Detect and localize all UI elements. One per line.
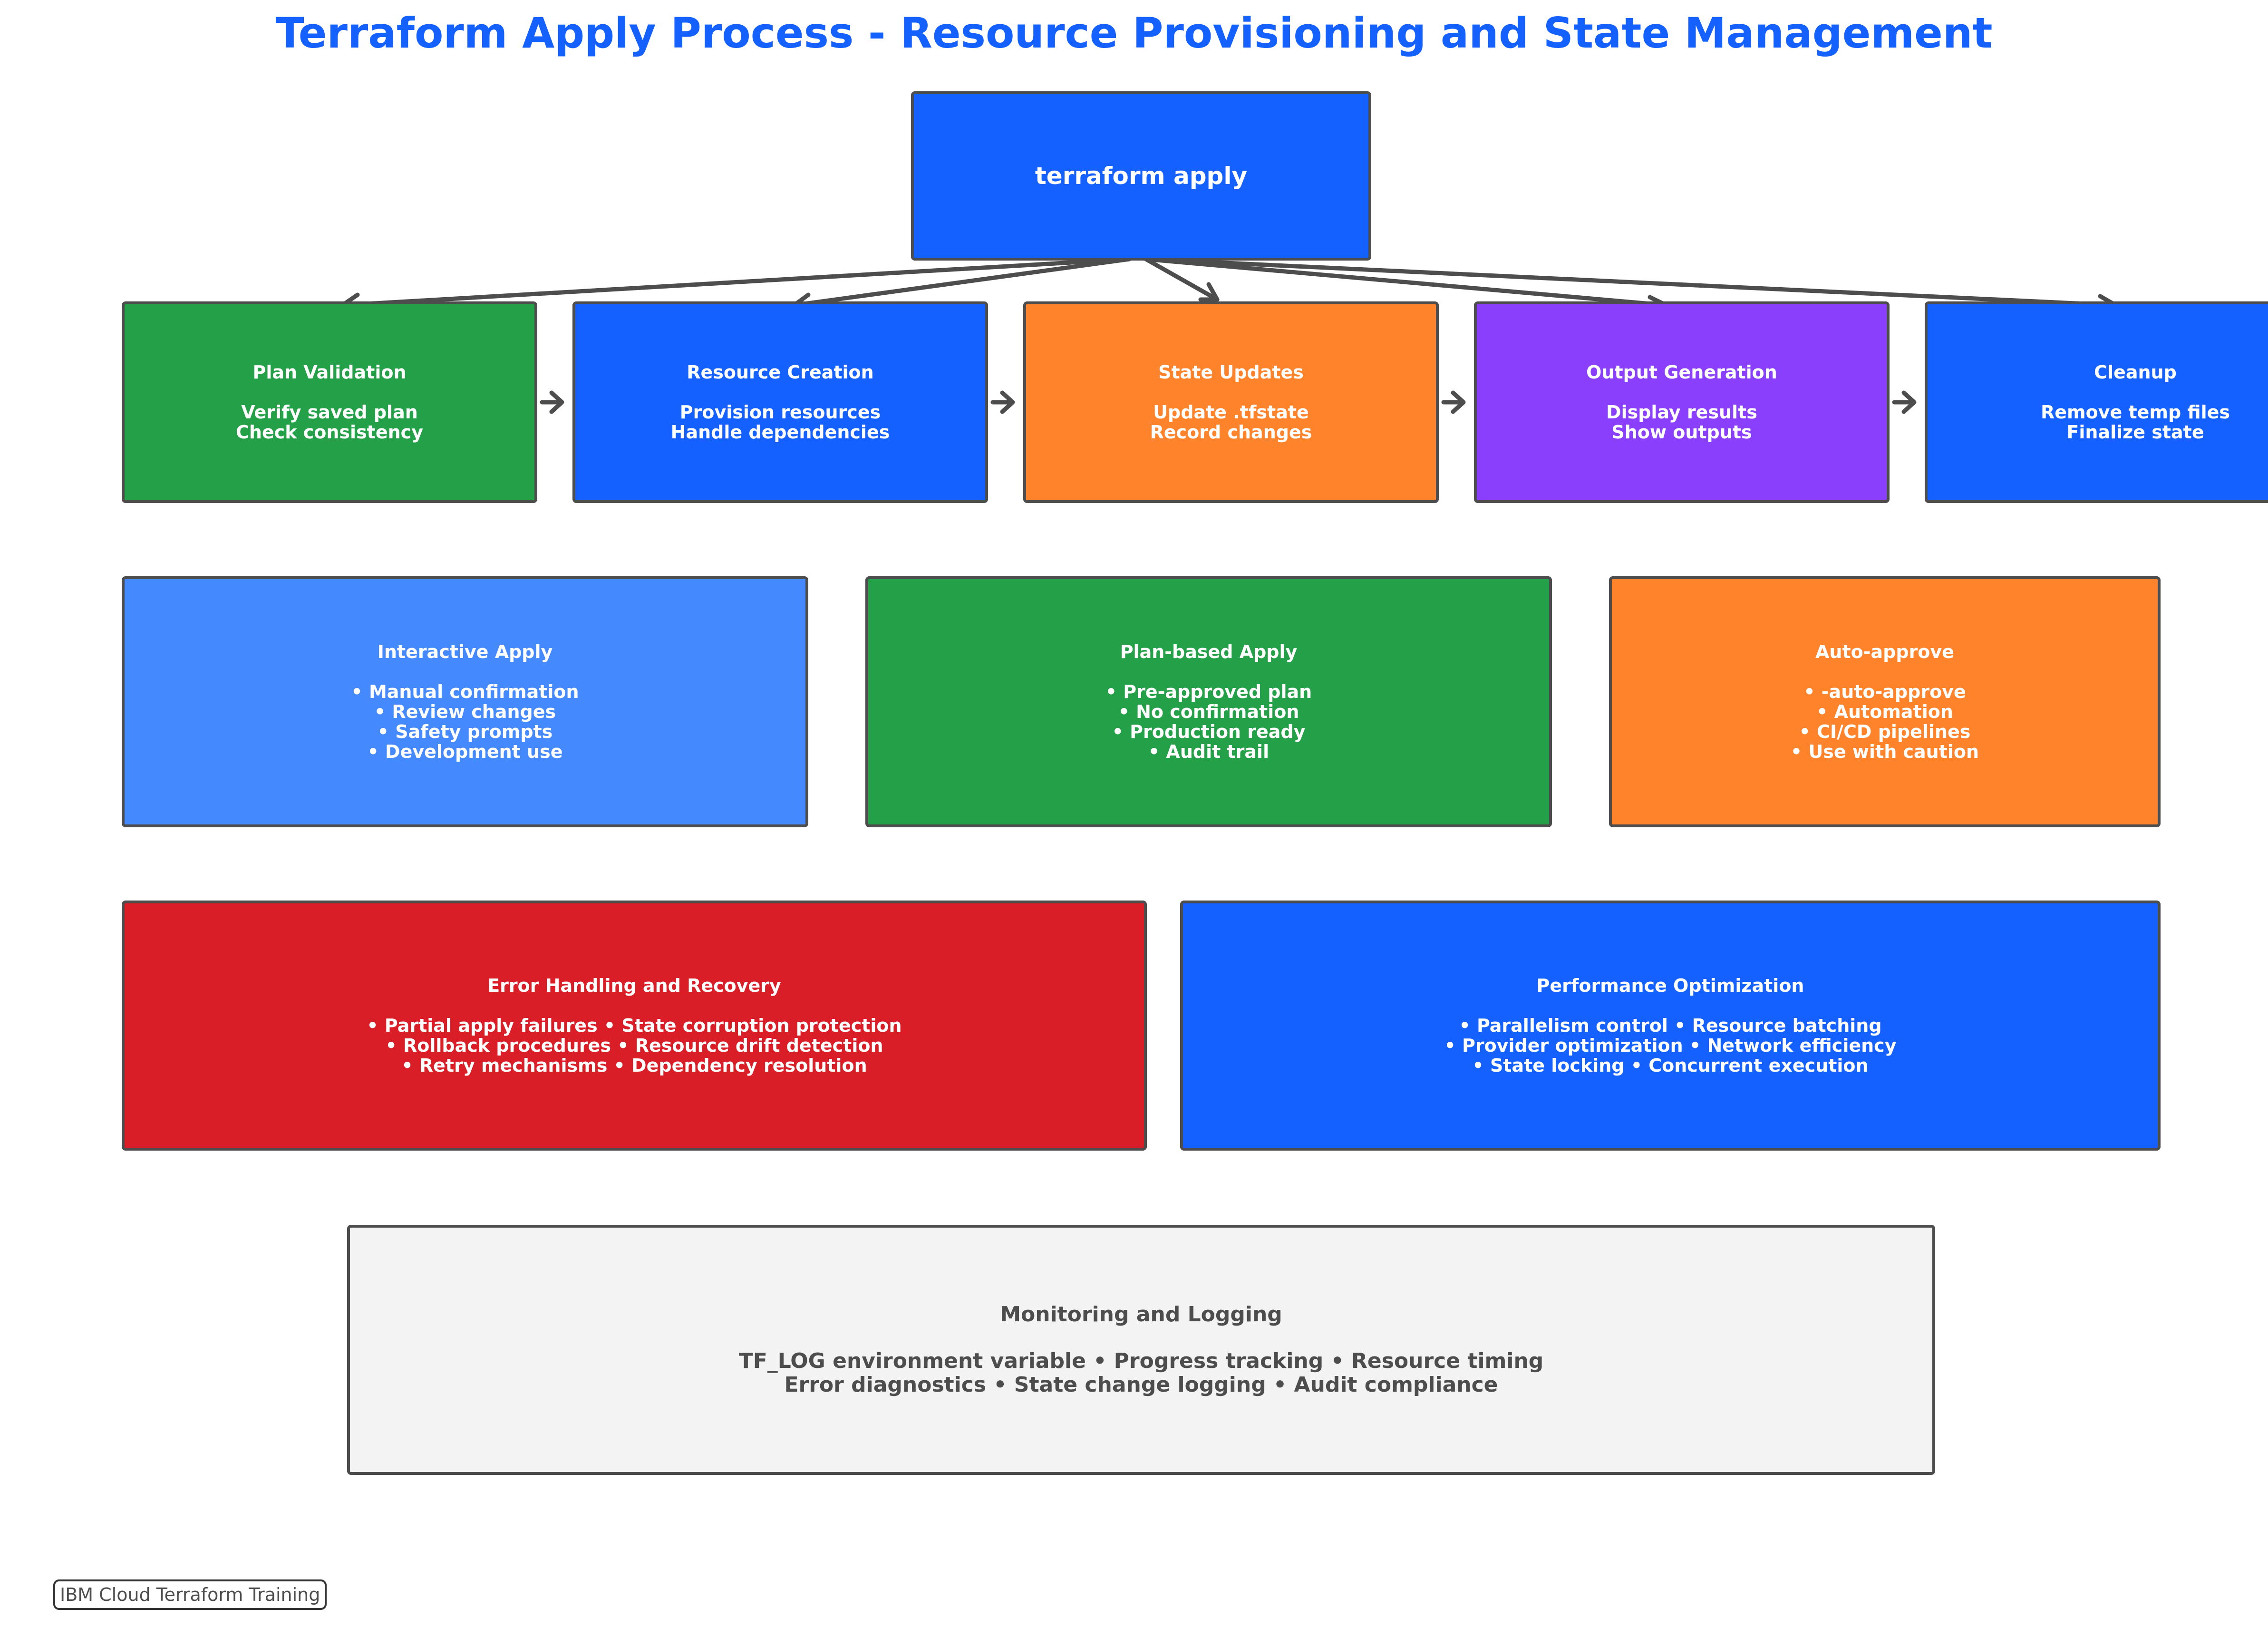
step-line: Verify saved plan (241, 402, 418, 423)
step-state-updates: State Updates Update .tfstate Record cha… (1023, 301, 1439, 503)
mode-line: • Production ready (1112, 721, 1306, 742)
step-title: Plan Validation (252, 362, 407, 383)
mode-title: Auto-approve (1815, 641, 1954, 662)
error-handling-box: Error Handling and Recovery • Partial ap… (122, 901, 1147, 1151)
step-line: Finalize state (2066, 422, 2204, 443)
step-line: Show outputs (1611, 422, 1752, 443)
mode-line: • -auto-approve (1803, 681, 1966, 702)
step-line: Update .tfstate (1153, 402, 1309, 423)
monitoring-title: Monitoring and Logging (1000, 1302, 1282, 1327)
concern-title: Error Handling and Recovery (487, 975, 781, 996)
terraform-apply-node: terraform apply (911, 91, 1371, 261)
mode-plan-based-apply: Plan-based Apply • Pre-approved plan • N… (865, 576, 1552, 827)
arrow-root-to-plan-validation (340, 257, 1132, 308)
monitoring-line: TF_LOG environment variable • Progress t… (738, 1349, 1544, 1373)
step-cleanup: Cleanup Remove temp files Finalize state (1925, 301, 2268, 503)
concern-line: • Parallelism control • Resource batchin… (1459, 1015, 1882, 1036)
step-resource-creation: Resource Creation Provision resources Ha… (572, 301, 988, 503)
concern-title: Performance Optimization (1536, 975, 1804, 996)
step-line: Record changes (1150, 422, 1312, 443)
concern-line: • Partial apply failures • State corrupt… (367, 1015, 902, 1036)
arrow-root-to-cleanup (1144, 257, 2118, 308)
concern-line: • Provider optimization • Network effici… (1444, 1035, 1897, 1056)
mode-interactive-apply: Interactive Apply • Manual confirmation … (122, 576, 808, 827)
step-output-generation: Output Generation Display results Show o… (1474, 301, 1890, 503)
mode-line: • Audit trail (1148, 741, 1270, 762)
mode-line: • Manual confirmation (351, 681, 579, 702)
mode-line: • No confirmation (1118, 701, 1299, 722)
concern-line: • Retry mechanisms • Dependency resoluti… (401, 1055, 867, 1076)
step-line: Provision resources (679, 402, 881, 423)
step-line: Handle dependencies (670, 422, 890, 443)
mode-line: • Review changes (374, 701, 556, 722)
monitoring-line: Error diagnostics • State change logging… (784, 1373, 1498, 1397)
mode-line: • Safety prompts (377, 721, 553, 742)
footer-badge: IBM Cloud Terraform Training (53, 1579, 327, 1610)
step-plan-validation: Plan Validation Verify saved plan Check … (122, 301, 537, 503)
monitoring-logging-box: Monitoring and Logging TF_LOG environmen… (347, 1225, 1935, 1475)
step-title: Cleanup (2094, 362, 2177, 383)
step-line: Remove temp files (2040, 402, 2230, 423)
mode-auto-approve: Auto-approve • -auto-approve • Automatio… (1609, 576, 2161, 827)
concern-line: • State locking • Concurrent execution (1472, 1055, 1869, 1076)
mode-title: Interactive Apply (377, 641, 553, 662)
step-title: State Updates (1158, 362, 1304, 383)
terraform-apply-label: terraform apply (1035, 162, 1248, 190)
mode-line: • Development use (367, 741, 563, 762)
mode-line: • Use with caution (1790, 741, 1979, 762)
arrow-root-to-resource-creation (792, 257, 1132, 308)
step-title: Resource Creation (687, 362, 874, 383)
mode-line: • CI/CD pipelines (1799, 721, 1971, 742)
mode-line: • Pre-approved plan (1105, 681, 1312, 702)
mode-line: • Automation (1816, 701, 1953, 722)
performance-optimization-box: Performance Optimization • Parallelism c… (1180, 901, 2161, 1151)
mode-title: Plan-based Apply (1120, 641, 1298, 662)
concern-line: • Rollback procedures • Resource drift d… (385, 1035, 883, 1056)
step-title: Output Generation (1586, 362, 1777, 383)
step-line: Check consistency (236, 422, 423, 443)
step-line: Display results (1606, 402, 1757, 423)
